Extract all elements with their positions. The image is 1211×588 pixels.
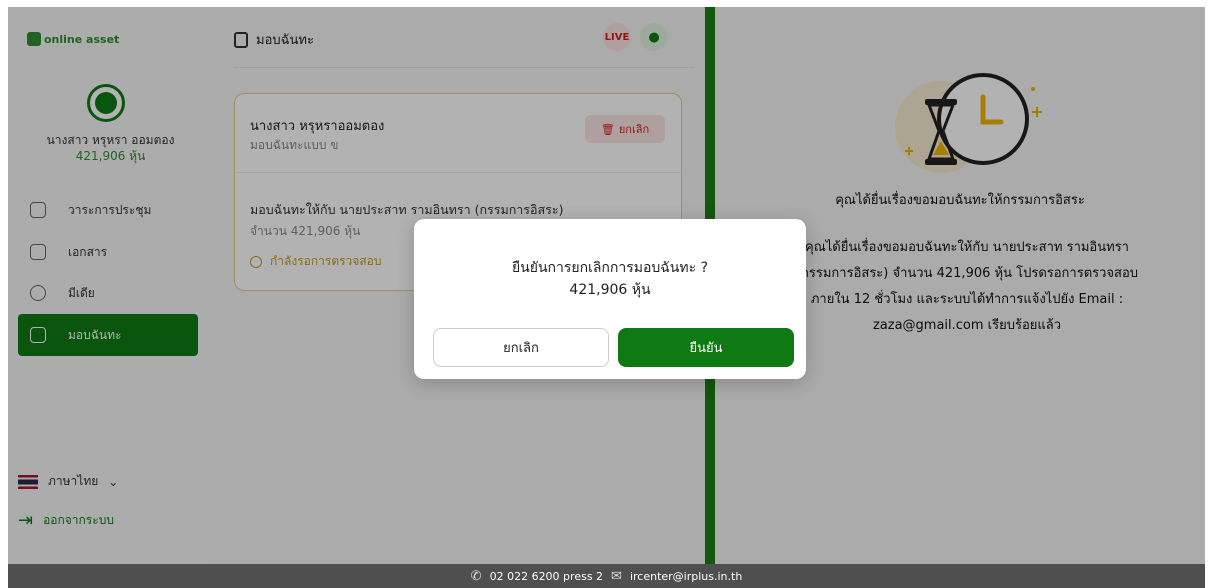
dialog-question: ยืนยันการยกเลิกการมอบฉันทะ ? [511,260,709,276]
mail-icon: ✉ [611,568,622,584]
footer-phone[interactable]: 02 022 6200 press 2 [490,570,603,583]
confirm-cancel-dialog: ยืนยันการยกเลิกการมอบฉันทะ ? 421,906 หุ้… [414,219,806,379]
footer-contact-bar: ✆ 02 022 6200 press 2 ✉ ircenter@irplus.… [8,564,1205,588]
phone-icon: ✆ [470,568,482,584]
dialog-confirm-button[interactable]: ยืนยัน [618,328,794,367]
footer-email[interactable]: ircenter@irplus.in.th [630,570,742,583]
dialog-cancel-button[interactable]: ยกเลิก [433,328,609,367]
dialog-amount: 421,906 หุ้น [569,282,651,298]
